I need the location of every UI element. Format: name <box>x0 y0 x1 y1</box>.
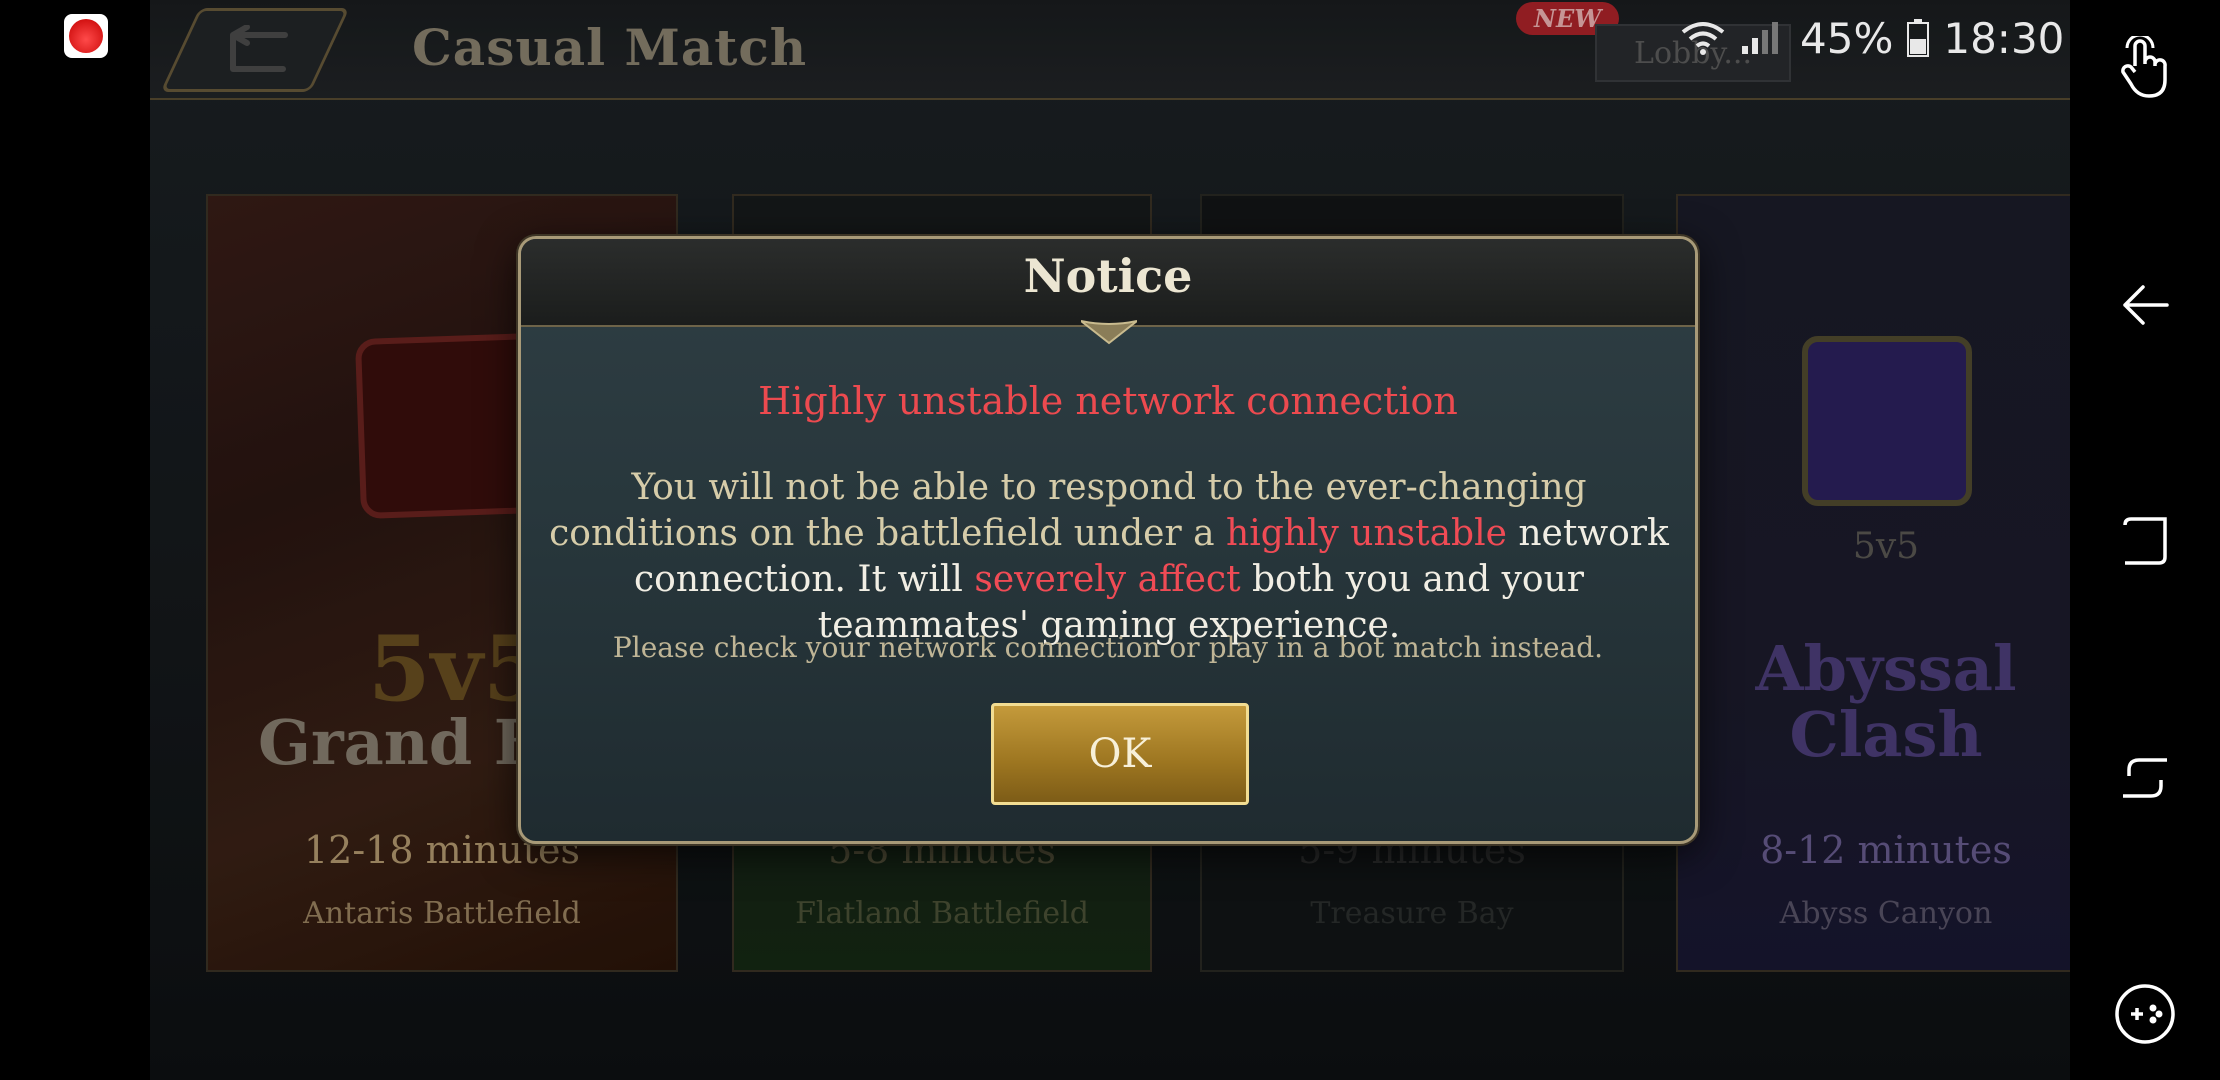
dialog-header: Notice <box>521 239 1695 327</box>
touch-gesture-button[interactable] <box>2105 28 2185 108</box>
warning-headline: Highly unstable network connection <box>758 379 1458 423</box>
clock: 18:30 <box>1943 13 2065 63</box>
back-nav-button[interactable] <box>2105 265 2185 345</box>
touch-hand-icon <box>2121 36 2167 98</box>
ok-button[interactable]: OK <box>991 703 1249 805</box>
battery-percent: 45% <box>1800 13 1894 63</box>
antutu-flame-icon[interactable] <box>64 14 108 58</box>
recents-nav-button[interactable] <box>2105 738 2185 818</box>
dialog-title: Notice <box>1023 249 1193 303</box>
left-black-bar <box>0 0 150 1080</box>
game-tools-button[interactable] <box>2105 974 2185 1054</box>
header-ornament-icon <box>1081 320 1137 345</box>
back-nav-icon <box>2123 284 2169 325</box>
signal-icon <box>1742 22 1778 54</box>
gamepad-icon <box>2115 984 2175 1044</box>
notice-dialog: Notice Highly unstable network connectio… <box>518 236 1698 844</box>
navigation-bar <box>2070 0 2220 1080</box>
game-screen: Casual Match NEW Lobby... 5v5 Grand Ba 1… <box>150 0 2070 1080</box>
body-highlight: severely affect <box>974 559 1241 600</box>
battery-icon <box>1907 19 1930 57</box>
home-square-icon <box>2123 517 2167 565</box>
recents-icon <box>2123 757 2167 798</box>
hint-text: Please check your network connection or … <box>612 631 1604 664</box>
wifi-icon <box>1681 22 1725 55</box>
body-highlight: highly unstable <box>1226 513 1507 554</box>
status-bar: 45% 18:30 <box>1680 10 2064 66</box>
home-nav-button[interactable] <box>2105 501 2185 581</box>
warning-body: You will not be able to respond to the e… <box>547 465 1671 649</box>
